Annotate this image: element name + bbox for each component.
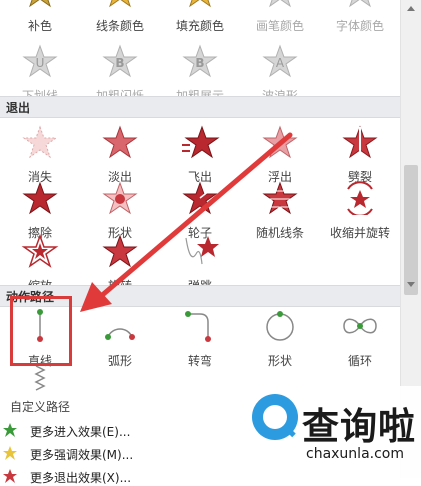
effect-label: 填充颜色 [175, 19, 224, 33]
path-loop[interactable]: 循环 [320, 305, 400, 377]
yellow-star-icon [3, 446, 17, 460]
custom-path-icon [34, 365, 46, 391]
effect-label: 形状 [267, 354, 292, 368]
section-title: 退出 [6, 101, 31, 115]
turn-path-icon [185, 311, 211, 342]
path-turn[interactable]: 转弯 [160, 305, 240, 377]
star-icon [349, 0, 371, 8]
menu-item-more-entrance[interactable]: 更多进入效果(E)... [0, 420, 250, 440]
green-star-icon [3, 423, 17, 437]
effect-label: 转弯 [187, 354, 212, 368]
svg-text:B: B [115, 56, 124, 70]
highlight-box [10, 296, 72, 366]
bounce-star-icon [185, 236, 219, 265]
effect-label: 弧形 [107, 354, 132, 368]
menu-item-more-exit[interactable]: 更多退出效果(X)... [0, 466, 250, 486]
path-custom[interactable]: 自定义路径 [0, 360, 80, 416]
emphasis-row-1: 补色 线条颜色 填充颜色 画笔颜色 字体颜色 [0, 0, 400, 42]
star-icon [22, 181, 58, 215]
watermark-logo: 查询啦 chaxunla.com [246, 386, 421, 478]
red-star-icon [3, 469, 17, 483]
star-icon [29, 0, 51, 8]
path-shape[interactable]: 形状 [240, 305, 320, 377]
logo-text: 查询啦 [302, 405, 416, 448]
effect-fill-color[interactable]: 填充颜色 [160, 0, 240, 42]
spin-star-icon [347, 181, 373, 215]
effect-label: 循环 [347, 354, 372, 368]
logo-magnifier-icon [252, 394, 298, 440]
section-header-exit: 退出 [0, 96, 400, 118]
bold-star-icon: B [182, 44, 218, 78]
scroll-down-arrow-icon[interactable] [407, 282, 415, 287]
loop-path-icon [343, 318, 377, 334]
menu-item-more-emphasis[interactable]: 更多强调效果(M)... [0, 443, 250, 463]
star-icon [102, 125, 138, 159]
scrollbar-thumb[interactable] [404, 165, 418, 295]
path-arc[interactable]: 弧形 [80, 305, 160, 377]
effect-label: 画笔颜色 [255, 19, 304, 33]
shape-star-icon [102, 181, 138, 215]
logo-url: chaxunla.com [306, 446, 404, 462]
star-icon [269, 0, 291, 8]
faded-star-icon [22, 125, 58, 159]
underline-star-icon: U [22, 44, 58, 78]
menu-item-label: 更多强调效果(M)... [30, 448, 134, 462]
effect-line-color[interactable]: 线条颜色 [80, 0, 160, 42]
star-icon [109, 0, 131, 8]
effect-brush-color[interactable]: 画笔颜色 [240, 0, 320, 42]
bars-star-icon [262, 181, 298, 215]
split-star-icon [342, 125, 378, 159]
effect-font-color[interactable]: 字体颜色 [320, 0, 400, 42]
zoom-star-icon [21, 234, 59, 268]
svg-text:A: A [276, 56, 285, 70]
bold-star-icon: B [102, 44, 138, 78]
effect-complementary-color[interactable]: 补色 [0, 0, 80, 42]
menu-item-label: 更多进入效果(E)... [30, 425, 131, 439]
scroll-up-arrow-icon[interactable] [407, 6, 415, 11]
spin-star-icon [102, 234, 138, 268]
wave-star-icon: A [262, 44, 298, 78]
arc-path-icon [105, 328, 135, 340]
flying-star-icon [182, 125, 220, 159]
effect-label: 自定义路径 [9, 400, 70, 414]
circle-path-icon [266, 311, 294, 341]
star-icon [189, 0, 211, 8]
star-icon [262, 125, 298, 159]
svg-text:B: B [195, 56, 204, 70]
effect-label: 补色 [27, 19, 52, 33]
svg-text:U: U [36, 56, 45, 70]
wheel-star-icon [182, 181, 218, 215]
effect-label: 字体颜色 [335, 19, 384, 33]
effect-label: 线条颜色 [95, 19, 144, 33]
